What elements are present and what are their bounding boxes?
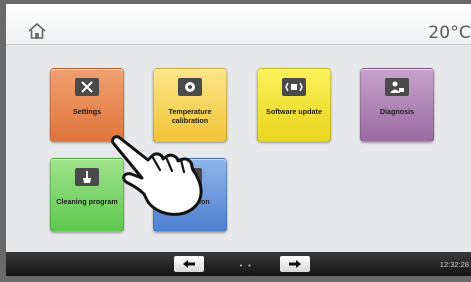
software-chip-icon <box>282 78 306 96</box>
calibration-disc-icon <box>178 78 202 96</box>
software-update-tile[interactable]: Software update <box>257 68 331 142</box>
bottom-bar: • • 12:32:28 <box>6 252 471 276</box>
temperature-calibration-tile[interactable]: Temperature calibration <box>153 68 227 142</box>
arrow-right-icon <box>289 260 301 268</box>
tools-icon <box>75 78 99 96</box>
top-bar: 20°C <box>6 4 471 45</box>
diagnosis-label: Diagnosis <box>379 107 415 116</box>
settings-label: Settings <box>72 107 102 116</box>
settings-tile[interactable]: Settings <box>50 68 124 142</box>
next-page-button[interactable] <box>280 256 310 272</box>
cleaning-icon <box>75 168 99 186</box>
software-update-label: Software update <box>266 107 322 116</box>
arrow-left-icon <box>183 260 195 268</box>
home-icon[interactable] <box>27 21 47 41</box>
page-indicator: • • <box>239 262 253 270</box>
temperature-readout: 20°C <box>428 23 471 43</box>
touch-screen: 20°C Settings Temperature calibration So… <box>6 4 471 276</box>
diagnosis-tile[interactable]: Diagnosis <box>360 68 434 142</box>
pointing-hand-icon <box>111 135 203 216</box>
previous-page-button[interactable] <box>174 256 204 272</box>
temperature-calibration-label: Temperature calibration <box>168 107 212 125</box>
clock: 12:32:28 <box>439 260 469 269</box>
menu-area: Settings Temperature calibration Softwar… <box>6 45 471 252</box>
diagnosis-icon <box>385 78 409 96</box>
